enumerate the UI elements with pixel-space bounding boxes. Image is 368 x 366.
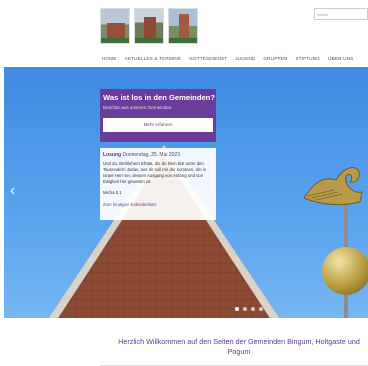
church-shape	[144, 17, 156, 39]
nav-item-jugend[interactable]: JUGEND	[231, 56, 259, 61]
church-photo-holtgaste[interactable]	[134, 8, 164, 44]
promo-subtitle: Berichte aus unseren Gemeinden	[103, 105, 172, 110]
losung-date: Donnerstag, 25. Mai 2023	[122, 152, 180, 158]
nav-item-gruppen[interactable]: GRUPPEN	[259, 56, 291, 61]
nav-item-stiftung[interactable]: STIFTUNG	[292, 56, 325, 61]
slider-dot[interactable]	[251, 307, 255, 311]
more-info-button[interactable]: Mehr erfahren	[103, 118, 213, 132]
slider-dot[interactable]	[235, 307, 239, 311]
golden-ball	[322, 247, 368, 295]
church-shape	[179, 14, 189, 40]
logo-caption-bar	[169, 38, 197, 43]
promo-title: Was ist los in den Gemeinden?	[103, 93, 215, 102]
church-shape	[107, 23, 125, 39]
chevron-left-icon[interactable]: ‹	[10, 183, 15, 199]
losung-reference: Micha 5,1	[103, 190, 122, 195]
nav-item-home[interactable]: HOME	[98, 56, 121, 61]
logo-caption-bar	[135, 38, 163, 43]
promo-card: Was ist los in den Gemeinden? Berichte a…	[100, 89, 216, 142]
welcome-heading: Herzlich Willkommen auf den Seiten der G…	[118, 337, 360, 356]
losung-text: Und du, Bethlehem Efrata, die du klein b…	[103, 161, 207, 184]
slider-dot[interactable]	[259, 307, 263, 311]
nav-item-gottesdienst[interactable]: GOTTESDIENST	[185, 56, 231, 61]
search-input[interactable]: Suche	[314, 8, 368, 20]
losung-header: Losung Donnerstag, 25. Mai 2023	[103, 152, 213, 158]
losung-label: Losung	[103, 152, 122, 158]
swan-weathervane-icon	[303, 167, 363, 206]
logo-caption-bar	[101, 38, 129, 43]
main-navigation: HOME AKTUELLES & TERMINE GOTTESDIENST JU…	[98, 56, 357, 61]
losung-card: Losung Donnerstag, 25. Mai 2023 Und du, …	[100, 148, 216, 220]
calendar-link[interactable]: Zum heutigen Kalenderblatt	[103, 202, 213, 207]
nav-item-aktuelles[interactable]: AKTUELLES & TERMINE	[121, 56, 186, 61]
church-photo-pogum[interactable]	[168, 8, 198, 44]
church-photo-bingum[interactable]	[100, 8, 130, 44]
nav-item-ueber-uns[interactable]: ÜBER UNS	[324, 56, 357, 61]
logo-group[interactable]	[100, 8, 198, 46]
slider-dots	[235, 307, 263, 311]
slider-dot[interactable]	[243, 307, 247, 311]
